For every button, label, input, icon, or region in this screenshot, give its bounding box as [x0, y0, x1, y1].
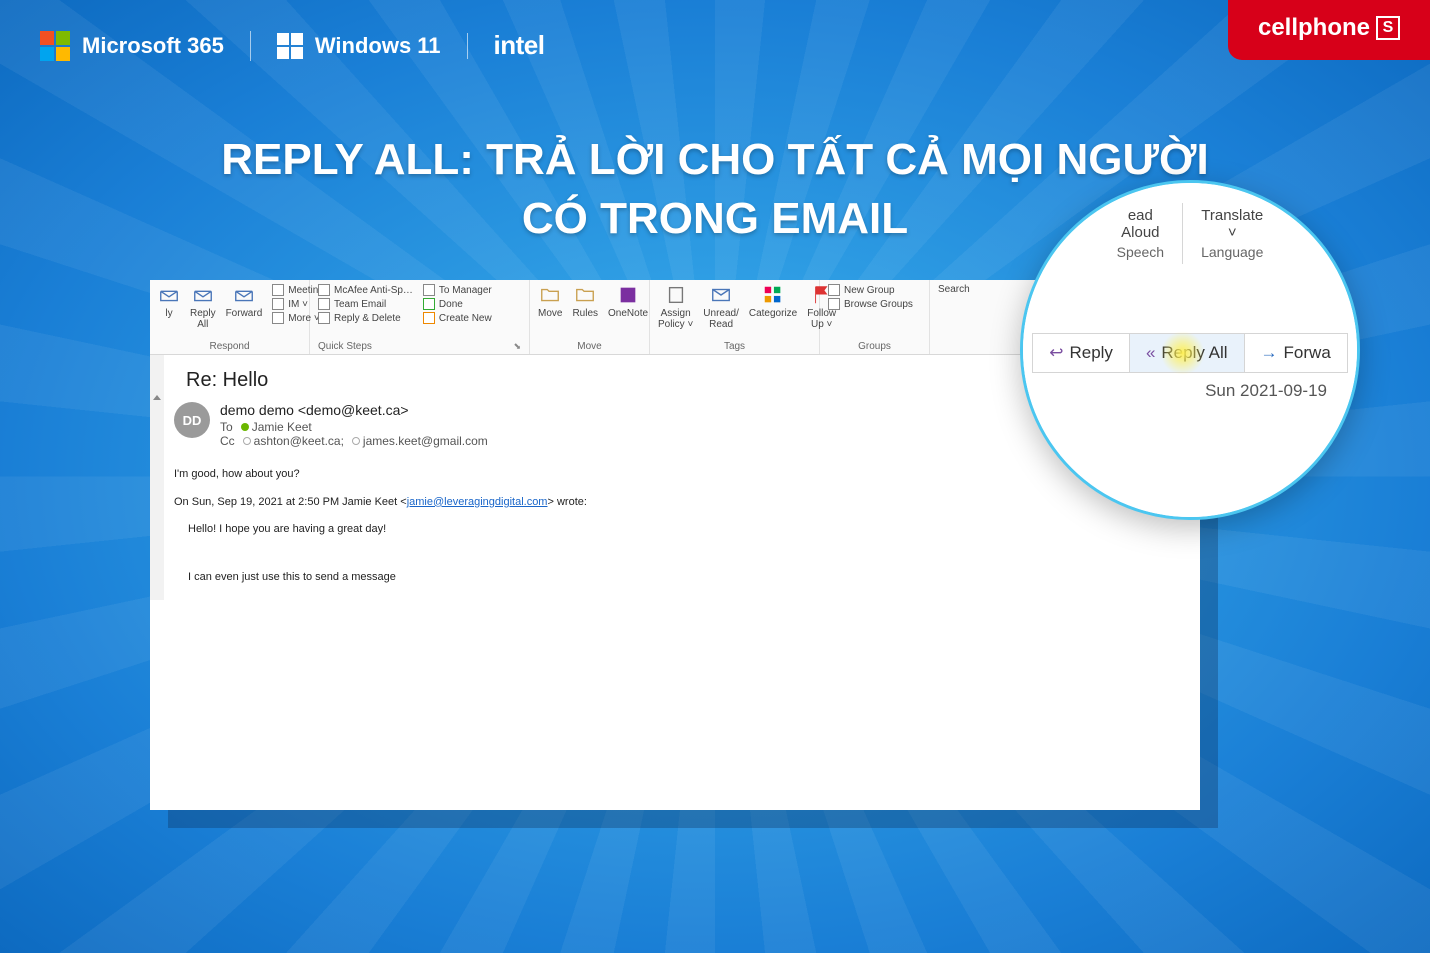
ribbon-groups: New Group Browse Groups Groups	[820, 280, 930, 354]
qs-col1: McAfee Anti-Sp… Team Email Reply & Delet…	[318, 284, 413, 324]
collapse-icon[interactable]	[153, 395, 161, 400]
windows-text: Windows 11	[315, 33, 441, 59]
qs-col2: To Manager Done Create New	[423, 284, 492, 324]
forward-icon: →	[1261, 343, 1278, 363]
ms365-logo: Microsoft 365	[40, 31, 251, 61]
policy-icon	[665, 284, 687, 306]
quicksteps-label: Quick Steps	[318, 341, 372, 352]
people-icon	[828, 284, 840, 296]
cc-recipient-1[interactable]: ashton@keet.ca;	[243, 434, 344, 448]
brand-icon: S	[1376, 16, 1400, 40]
headline-line1: REPLY ALL: TRẢ LỜI CHO TẤT CẢ MỌI NGƯỜI	[221, 135, 1209, 184]
im-icon	[272, 298, 284, 310]
onenote-button[interactable]: OneNote	[608, 284, 648, 319]
avatar: DD	[174, 402, 210, 438]
lens-action-row: ↩ Reply « Reply All → Forwa	[1023, 333, 1357, 373]
mail-icon	[318, 298, 330, 310]
manager-icon	[423, 284, 435, 296]
qs-done[interactable]: Done	[423, 298, 492, 310]
ribbon-respond: ly Reply All Forward Meeting IM ˅ More ˅…	[150, 280, 310, 354]
groups-label: Groups	[828, 339, 921, 352]
reply-icon: ↩	[1049, 343, 1063, 363]
intel-logo: intel	[494, 30, 545, 61]
reply-all-icon	[192, 284, 214, 306]
move-label: Move	[538, 339, 641, 352]
to-label: To	[220, 420, 233, 434]
presence-icon	[243, 437, 251, 445]
qs-mcafee[interactable]: McAfee Anti-Sp…	[318, 284, 413, 296]
rules-icon	[574, 284, 596, 306]
qs-teamemail[interactable]: Team Email	[318, 298, 413, 310]
ribbon-quicksteps: McAfee Anti-Sp… Team Email Reply & Delet…	[310, 280, 530, 354]
lens-forward-button[interactable]: → Forwa	[1245, 333, 1348, 373]
lens-reply-button[interactable]: ↩ Reply	[1032, 333, 1129, 373]
ribbon-tags: Assign Policy ˅ Unread/ Read Categorize …	[650, 280, 820, 354]
unread-button[interactable]: Unread/ Read	[703, 284, 739, 330]
presence-icon	[352, 437, 360, 445]
read-aloud-group: ead Aloud Speech	[1099, 203, 1182, 264]
qs-createnew[interactable]: Create New	[423, 312, 492, 324]
forward-icon	[233, 284, 255, 306]
meeting-icon	[272, 284, 284, 296]
quote-line1: Hello! I hope you are having a great day…	[188, 521, 1176, 539]
respond-label: Respond	[158, 339, 301, 352]
to-recipient[interactable]: Jamie Keet	[241, 420, 312, 434]
quoted-email-link[interactable]: jamie@leveragingdigital.com	[407, 496, 548, 508]
lens-reply-all-button[interactable]: « Reply All	[1129, 333, 1245, 373]
top-bar: Microsoft 365 Windows 11 intel	[40, 30, 1430, 61]
quote-line2: I can even just use this to send a messa…	[188, 569, 1176, 587]
microsoft-icon	[40, 31, 70, 61]
check-icon	[423, 298, 435, 310]
categorize-button[interactable]: Categorize	[749, 284, 797, 319]
dialog-launcher-icon[interactable]: ⬊	[513, 341, 521, 352]
windows-icon	[277, 33, 303, 59]
create-icon	[423, 312, 435, 324]
reply-delete-icon	[318, 312, 330, 324]
new-group-button[interactable]: New Group	[828, 284, 913, 296]
folder-icon	[539, 284, 561, 306]
ms365-text: Microsoft 365	[82, 33, 224, 59]
cellphones-badge: cellphone S	[1228, 0, 1430, 60]
reply-all-button[interactable]: Reply All	[190, 284, 216, 330]
qs-replydelete[interactable]: Reply & Delete	[318, 312, 413, 324]
shield-icon	[318, 284, 330, 296]
rules-button[interactable]: Rules	[572, 284, 598, 319]
reply-all-icon: «	[1146, 343, 1155, 363]
envelope-icon	[710, 284, 732, 306]
magnifier-lens: ead Aloud Speech Translate ˅ Language ↩ …	[1020, 180, 1360, 520]
tags-label: Tags	[658, 339, 811, 352]
ribbon-move: Move Rules OneNote Move	[530, 280, 650, 354]
reply-icon	[158, 284, 180, 306]
cc-label: Cc	[220, 434, 235, 448]
move-button[interactable]: Move	[538, 284, 562, 319]
presence-icon	[241, 423, 249, 431]
reply-button[interactable]: ly	[158, 284, 180, 319]
people-icon	[828, 298, 840, 310]
windows-logo: Windows 11	[277, 33, 468, 59]
lens-ribbon-top: ead Aloud Speech Translate ˅ Language	[1023, 203, 1357, 264]
translate-group: Translate ˅ Language	[1182, 203, 1281, 264]
gutter	[150, 355, 164, 600]
brand-name: cellphone	[1258, 14, 1370, 42]
browse-groups-button[interactable]: Browse Groups	[828, 298, 913, 310]
more-icon	[272, 312, 284, 324]
forward-button[interactable]: Forward	[226, 284, 263, 319]
lens-date: Sun 2021-09-19	[1205, 381, 1327, 401]
cc-recipient-2[interactable]: james.keet@gmail.com	[352, 434, 488, 448]
assign-policy-button[interactable]: Assign Policy ˅	[658, 284, 693, 330]
onenote-icon	[617, 284, 639, 306]
qs-tomanager[interactable]: To Manager	[423, 284, 492, 296]
categorize-icon	[762, 284, 784, 306]
from-field: demo demo <demo@keet.ca>	[220, 402, 488, 418]
